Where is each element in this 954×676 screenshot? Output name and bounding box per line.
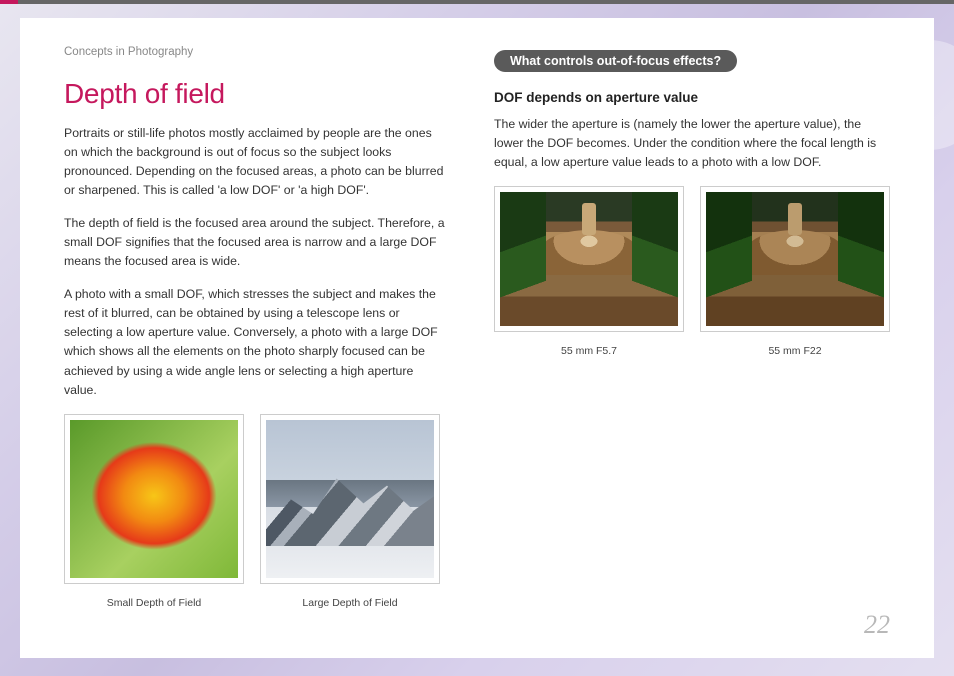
top-bar-accent <box>0 0 18 4</box>
section-label: Concepts in Photography <box>64 46 446 58</box>
section-pill: What controls out-of-focus effects? <box>494 50 737 72</box>
image-card-f5-7: 55 mm F5.7 <box>494 186 684 357</box>
example-image-grinder-low-f <box>500 192 678 326</box>
left-column: Concepts in Photography Depth of field P… <box>64 46 446 628</box>
image-card-small-dof: Small Depth of Field <box>64 414 244 609</box>
image-caption: Large Depth of Field <box>260 597 440 609</box>
body-paragraph: A photo with a small DOF, which stresses… <box>64 285 446 399</box>
body-paragraph: The wider the aperture is (namely the lo… <box>494 115 890 172</box>
page-content: Concepts in Photography Depth of field P… <box>20 18 934 658</box>
image-frame <box>700 186 890 332</box>
subheading: DOF depends on aperture value <box>494 90 890 105</box>
body-paragraph: The depth of field is the focused area a… <box>64 214 446 271</box>
image-frame <box>260 414 440 584</box>
image-frame <box>494 186 684 332</box>
image-row: 55 mm F5.7 55 mm F22 <box>494 186 890 357</box>
image-row: Small Depth of Field Large Depth of Fiel… <box>64 414 446 609</box>
page-title: Depth of field <box>64 78 446 110</box>
image-caption: Small Depth of Field <box>64 597 244 609</box>
example-image-tulip <box>70 420 238 578</box>
top-bar <box>0 0 954 4</box>
example-image-mountain <box>266 420 434 578</box>
image-card-large-dof: Large Depth of Field <box>260 414 440 609</box>
image-frame <box>64 414 244 584</box>
page-number: 22 <box>864 610 890 640</box>
body-paragraph: Portraits or still-life photos mostly ac… <box>64 124 446 200</box>
right-column: What controls out-of-focus effects? DOF … <box>494 46 890 628</box>
image-card-f22: 55 mm F22 <box>700 186 890 357</box>
image-caption: 55 mm F22 <box>700 345 890 357</box>
example-image-grinder-high-f <box>706 192 884 326</box>
image-caption: 55 mm F5.7 <box>494 345 684 357</box>
